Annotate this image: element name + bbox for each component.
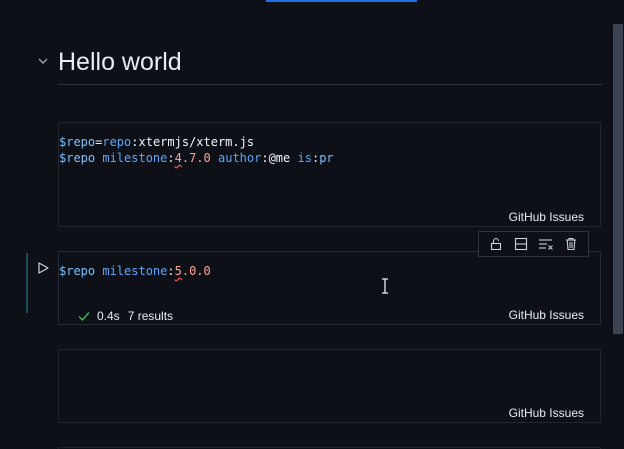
code-token: pr bbox=[319, 151, 334, 165]
active-tab-indicator bbox=[266, 0, 417, 2]
code-token: .7.0 bbox=[181, 151, 211, 165]
notebook-editor: Hello world $repo=repo:xtermjs/xterm.js $… bbox=[0, 0, 624, 449]
code-token: : bbox=[167, 151, 175, 165]
delete-cell-button[interactable] bbox=[562, 235, 580, 253]
code-token: milestone bbox=[102, 264, 168, 278]
execution-time: 0.4s bbox=[97, 309, 120, 323]
chevron-down-icon[interactable] bbox=[36, 54, 50, 68]
code-token: : bbox=[167, 264, 175, 278]
renderer-label[interactable]: GitHub Issues bbox=[509, 406, 584, 420]
renderer-label[interactable]: GitHub Issues bbox=[509, 308, 584, 322]
code-cell[interactable]: $repo=repo:xtermjs/xterm.js $repo milesto… bbox=[58, 122, 601, 227]
result-count: 7 results bbox=[127, 309, 174, 323]
code-cell[interactable]: $repo milestone:5.0.0 0.4s 7 results Git… bbox=[58, 251, 601, 325]
code-line[interactable]: $repo=repo:xtermjs/xterm.js bbox=[59, 134, 334, 150]
code-line[interactable]: $repo milestone:4.7.0 author:@me is:pr bbox=[59, 150, 334, 166]
code-token: .0.0 bbox=[181, 264, 211, 278]
split-cell-button[interactable] bbox=[512, 235, 530, 253]
code-line[interactable]: $repo milestone:5.0.0 bbox=[59, 263, 211, 279]
clear-output-button[interactable] bbox=[537, 235, 555, 253]
unlock-icon bbox=[490, 237, 501, 251]
split-cell-icon bbox=[514, 237, 527, 251]
vertical-scrollbar[interactable] bbox=[610, 0, 624, 449]
execution-status: 0.4s 7 results bbox=[77, 309, 173, 323]
code-cell[interactable]: GitHub Issues bbox=[58, 349, 601, 423]
heading-divider bbox=[58, 84, 602, 85]
code-token: repo bbox=[102, 135, 132, 149]
code-editor[interactable]: $repo=repo:xtermjs/xterm.js $repo milesto… bbox=[59, 134, 334, 166]
renderer-label[interactable]: GitHub Issues bbox=[509, 210, 584, 224]
page-title: Hello world bbox=[58, 48, 182, 76]
code-token: milestone bbox=[102, 151, 168, 165]
cell-toolbar bbox=[478, 231, 589, 257]
code-editor[interactable]: $repo milestone:5.0.0 bbox=[59, 263, 211, 279]
clear-output-icon bbox=[539, 239, 554, 250]
code-token: :xtermjs/xterm.js bbox=[131, 135, 255, 149]
run-cell-icon[interactable] bbox=[36, 261, 50, 275]
trash-icon bbox=[566, 238, 577, 251]
code-token: is bbox=[297, 151, 312, 165]
markdown-heading: Hello world bbox=[34, 44, 602, 84]
code-token: $repo bbox=[59, 264, 96, 278]
code-token: :@me bbox=[261, 151, 291, 165]
scrollbar-thumb[interactable] bbox=[613, 24, 623, 334]
code-token: 5 bbox=[174, 264, 182, 278]
unlock-button[interactable] bbox=[487, 235, 505, 253]
code-token: 4 bbox=[174, 151, 182, 165]
check-icon bbox=[78, 312, 90, 322]
code-token: $repo bbox=[59, 135, 96, 149]
code-token: $repo bbox=[59, 151, 96, 165]
code-token: author bbox=[218, 151, 262, 165]
cell-focus-indicator bbox=[26, 253, 28, 313]
text-cursor-icon bbox=[382, 278, 388, 294]
